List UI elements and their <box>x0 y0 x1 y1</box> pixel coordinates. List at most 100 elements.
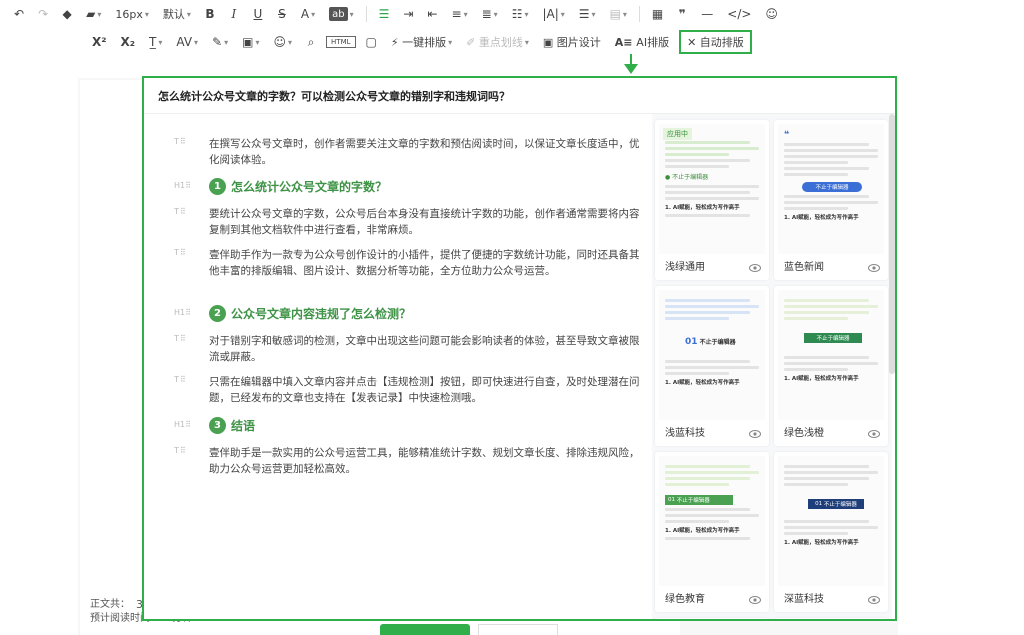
template-number: 01 <box>815 501 823 507</box>
font-size-value: 16px <box>115 7 143 21</box>
char-spacing-icon[interactable]: AV ▾ <box>172 31 202 53</box>
redo-icon[interactable]: ↷ <box>34 3 52 25</box>
underline-button[interactable]: U <box>249 3 267 25</box>
paragraph[interactable]: T⠿ 要统计公众号文章的字数，公众号后台本身没有直接统计字数的功能，创作者通常需… <box>174 206 644 238</box>
one-click-layout-label: 一键排版 <box>402 36 447 49</box>
heading-block-marker: H1⠿ <box>174 181 191 190</box>
paragraph[interactable]: T⠿ 壹伴助手是一款实用的公众号运营工具，能够精准统计字数、规划文章长度、排除违… <box>174 445 644 477</box>
preview-eye-icon[interactable] <box>868 429 880 439</box>
align-left-icon[interactable]: ☰ <box>375 3 394 25</box>
template-card[interactable]: ❝ 不止于编辑器 1. AI赋能，轻松成为写作高手 蓝色新闻 <box>774 120 888 280</box>
table-icon[interactable]: ▦ <box>648 3 667 25</box>
line-height-icon[interactable]: ≡ ▾ <box>448 3 472 25</box>
highlight-button[interactable]: ab ▾ <box>325 3 358 25</box>
outdent-icon[interactable]: ⇤ <box>423 3 441 25</box>
template-card[interactable]: 01 不止于编辑器 1. AI赋能，轻松成为写作高手 浅蓝科技 <box>655 286 769 446</box>
secondary-action-button[interactable] <box>478 624 558 635</box>
one-click-layout-button[interactable]: ⚡ 一键排版 ▾ <box>387 31 456 53</box>
heading-text: 公众号文章内容违规了怎么检测？ <box>231 307 412 321</box>
bold-button[interactable]: B <box>201 3 219 25</box>
auto-layout-button[interactable]: ✕ 自动排版 <box>679 30 752 54</box>
text-style-icon[interactable]: T̲ ▾ <box>145 31 166 53</box>
template-card[interactable]: 01 不止于编辑器 1. AI赋能，轻松成为写作高手 深蓝科技 <box>774 452 888 612</box>
section-heading-3[interactable]: H1⠿ 3 结语 <box>174 416 644 436</box>
preview-eye-icon[interactable] <box>868 263 880 273</box>
ai-layout-label: AI排版 <box>636 36 670 49</box>
text-block-marker: T⠿ <box>174 375 187 384</box>
format-painter-icon[interactable]: ◆ <box>58 3 76 25</box>
preview-eye-icon[interactable] <box>749 429 761 439</box>
magic-wand-icon[interactable]: ✎ ▾ <box>208 31 232 53</box>
template-thumbnail: 01 不止于编辑器 1. AI赋能，轻松成为写作高手 <box>659 456 765 586</box>
briefcase-icon[interactable]: ▢ <box>362 31 381 53</box>
paragraph-text: 在撰写公众号文章时，创作者需要关注文章的字数和预估阅读时间，以保证文章长度适中，… <box>209 138 640 166</box>
callout-arrow-head <box>624 64 638 74</box>
strikethrough-button[interactable]: S <box>273 3 291 25</box>
editor-page: ↶ ↷ ◆ ▰ ▾ 16px ▾ 默认 ▾ B I U S A ▾ ab ▾ ☰ ⇥ ⇤ … <box>0 0 1024 635</box>
code-icon[interactable]: </> <box>723 3 755 25</box>
template-point: 1. AI赋能，轻松成为写作高手 <box>784 376 859 382</box>
template-badge-text: 不止于编辑器 <box>676 498 710 504</box>
horizontal-rule-icon[interactable]: — <box>697 3 717 25</box>
template-card[interactable]: 不止于编辑器 1. AI赋能，轻松成为写作高手 绿色浅橙 <box>774 286 888 446</box>
find-replace-icon[interactable]: ⌕ <box>302 31 320 53</box>
ai-layout-button[interactable]: A≡ AI排版 <box>611 31 673 53</box>
preview-eye-icon[interactable] <box>868 595 880 605</box>
template-badge-text: 不止于编辑器 <box>804 333 862 343</box>
paragraph[interactable]: T⠿ 壹伴助手作为一款专为公众号创作设计的小插件，提供了便捷的字数统计功能，同时… <box>174 247 644 279</box>
heading-number-badge: 3 <box>209 417 226 434</box>
quote-icon[interactable]: ❞ <box>673 3 691 25</box>
auto-layout-label: 自动排版 <box>699 36 744 49</box>
text-block-marker: T⠿ <box>174 248 187 257</box>
letter-spacing-icon[interactable]: |A| ▾ <box>538 3 568 25</box>
emoji-icon[interactable]: ☺ <box>761 3 782 25</box>
section-heading-2[interactable]: H1⠿ 2 公众号文章内容违规了怎么检测？ <box>174 304 644 324</box>
italic-button[interactable]: I <box>225 3 243 25</box>
toolbar-row-1: ↶ ↷ ◆ ▰ ▾ 16px ▾ 默认 ▾ B I U S A ▾ ab ▾ ☰ ⇥ ⇤ … <box>0 0 1024 28</box>
paragraph[interactable]: T⠿ 在撰写公众号文章时，创作者需要关注文章的字数和预估阅读时间，以保证文章长度… <box>174 136 644 168</box>
subscript-button[interactable]: X₂ <box>117 31 140 53</box>
template-point: 1. AI赋能，轻松成为写作高手 <box>784 215 859 221</box>
paragraph[interactable]: T⠿ 只需在编辑器中填入文章内容并点击【违规检测】按钮，即可快速进行自查，及时处… <box>174 374 644 406</box>
section-heading-1[interactable]: H1⠿ 1 怎么统计公众号文章的字数？ <box>174 177 644 197</box>
font-color-button[interactable]: A ▾ <box>297 3 319 25</box>
template-name: 浅蓝科技 <box>665 428 705 439</box>
template-thumbnail: ❝ 不止于编辑器 1. AI赋能，轻松成为写作高手 <box>778 124 884 254</box>
heading-text: 结语 <box>231 419 256 433</box>
key-line-button[interactable]: ✐ 重点划线 ▾ <box>462 31 533 53</box>
template-number: 01 <box>668 497 675 503</box>
paragraph-text: 壹伴助手是一款实用的公众号运营工具，能够精准统计字数、规划文章长度、排除违规风险… <box>209 447 640 475</box>
toolbar-divider <box>365 6 367 22</box>
font-family-value: 默认 <box>162 8 185 21</box>
template-card[interactable]: 01 不止于编辑器 1. AI赋能，轻松成为写作高手 绿色教育 <box>655 452 769 612</box>
numbered-list-icon[interactable]: ▤ ▾ <box>606 3 631 25</box>
template-card-partial[interactable] <box>774 618 888 619</box>
template-number: 01 <box>685 337 698 347</box>
image-design-button[interactable]: ▣ 图片设计 <box>539 31 605 53</box>
paragraph-spacing-icon[interactable]: ≣ ▾ <box>478 3 502 25</box>
template-scrollbar[interactable] <box>889 114 895 374</box>
superscript-button[interactable]: X² <box>88 31 111 53</box>
template-card-partial[interactable] <box>655 618 769 619</box>
paragraph[interactable]: T⠿ 对于错别字和敏感词的检测，文章中出现这些问题可能会影响读者的体验，甚至导致… <box>174 333 644 365</box>
preview-eye-icon[interactable] <box>749 263 761 273</box>
heading-number-badge: 2 <box>209 305 226 322</box>
font-family-select[interactable]: 默认 ▾ <box>159 3 195 25</box>
template-card[interactable]: 应用中 ● 不止于编辑器 1. AI赋能，轻松成为写作高手 浅绿通用 <box>655 120 769 280</box>
primary-action-button[interactable] <box>380 624 470 635</box>
preview-eye-icon[interactable] <box>749 595 761 605</box>
clear-format-icon[interactable]: ▰ ▾ <box>82 3 105 25</box>
template-badge-text: 不止于编辑器 <box>802 182 862 192</box>
image-design-label: 图片设计 <box>556 36 601 49</box>
font-size-select[interactable]: 16px ▾ <box>111 3 153 25</box>
in-use-tag: 应用中 <box>663 128 692 140</box>
undo-icon[interactable]: ↶ <box>10 3 28 25</box>
indent-icon[interactable]: ⇥ <box>399 3 417 25</box>
bullet-list-icon[interactable]: ☰ ▾ <box>575 3 600 25</box>
sticker-icon[interactable]: ☺ ▾ <box>270 31 297 53</box>
image-insert-icon[interactable]: ▣ ▾ <box>238 31 263 53</box>
template-point: 1. AI赋能，轻松成为写作高手 <box>784 540 859 546</box>
html-icon[interactable]: HTML <box>326 36 356 48</box>
align-justify-icon[interactable]: ☷ ▾ <box>508 3 533 25</box>
toolbar-divider <box>638 6 640 22</box>
